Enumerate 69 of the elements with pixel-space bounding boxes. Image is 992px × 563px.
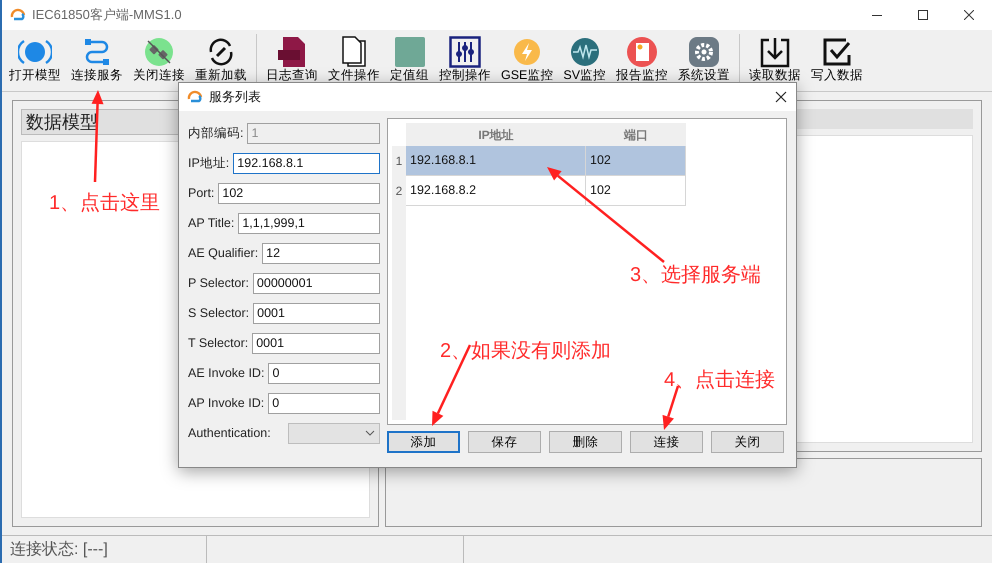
connection-status: 连接状态: [---]: [2, 536, 207, 563]
field-label: S Selector:: [188, 304, 250, 322]
minimize-icon: [872, 14, 882, 16]
table-cell: 192.168.8.2: [406, 176, 586, 206]
input-field[interactable]: 0: [268, 362, 380, 384]
table-row[interactable]: 1 192.168.8.1 102: [392, 146, 782, 176]
download-box-icon: [759, 36, 792, 68]
toolbar-button[interactable]: 控制操作: [434, 34, 496, 84]
maximize-icon: [918, 10, 928, 20]
annotation-text: 1、点击这里: [49, 191, 160, 216]
input-field[interactable]: 0001: [252, 332, 380, 354]
documents-icon: [340, 36, 368, 68]
toolbar-button[interactable]: 关闭连接: [128, 34, 190, 84]
table-row[interactable]: 2 192.168.8.2 102: [392, 176, 782, 206]
dialog-button[interactable]: 关闭: [711, 431, 784, 453]
checkbox-icon: [822, 36, 852, 66]
waveform-icon: [570, 36, 600, 66]
dialog-title: 服务列表: [209, 88, 261, 106]
row-number: 1: [392, 146, 406, 176]
annotation-text: 4、点击连接: [664, 368, 776, 393]
column-header: 端口: [586, 123, 686, 146]
toolbar-button[interactable]: GSE监控: [496, 34, 558, 84]
lightning-icon: [513, 38, 542, 66]
report-icon: [626, 36, 658, 68]
field-label: IP地址:: [188, 154, 230, 172]
input-field[interactable]: 0001: [253, 302, 380, 324]
annotation-text: 3、选择服务端: [630, 263, 762, 288]
column-header: IP地址: [406, 123, 586, 146]
annotation-arrow: [662, 386, 680, 430]
input-field[interactable]: 12: [262, 242, 380, 264]
field-label: AP Title:: [188, 214, 234, 232]
field-label: P Selector:: [188, 274, 249, 292]
dialog-button[interactable]: 保存: [468, 431, 541, 453]
plug-icon: [144, 36, 174, 66]
annotation-text: 2、如果没有则添加: [440, 339, 612, 364]
toolbar-button[interactable]: 重新加载: [190, 34, 252, 84]
dialog-button[interactable]: 添加: [387, 431, 460, 453]
input-field[interactable]: 1,1,1,999,1: [238, 212, 380, 234]
field-label: T Selector:: [188, 334, 248, 352]
dialog-button[interactable]: 连接: [630, 431, 703, 453]
table-cell: 102: [586, 146, 686, 176]
input-field[interactable]: 102: [218, 182, 380, 204]
input-field[interactable]: 0: [268, 392, 380, 414]
field-label: Port:: [188, 184, 214, 202]
table-cell: 192.168.8.1: [406, 146, 586, 176]
log-file-icon: [277, 36, 307, 68]
app-logo-icon: [10, 7, 26, 23]
toolbar-button[interactable]: 读取数据: [744, 34, 806, 84]
dialog-button[interactable]: 删除: [549, 431, 622, 453]
close-icon: [964, 10, 974, 20]
close-icon: [775, 91, 787, 103]
table-cell: 102: [586, 176, 686, 206]
input-field[interactable]: 192.168.8.1: [233, 152, 380, 174]
window-title: IEC61850客户端-MMS1.0: [32, 6, 182, 24]
field-label: AE Invoke ID:: [188, 364, 264, 382]
toolbar-button[interactable]: 定值组: [385, 34, 434, 84]
chevron-down-icon: [365, 430, 375, 436]
connection-path-icon: [82, 36, 112, 66]
field-label: AP Invoke ID:: [188, 394, 264, 412]
sliders-icon: [449, 36, 481, 68]
row-number: 2: [392, 176, 406, 206]
toolbar-button[interactable]: 打开模型: [4, 34, 66, 84]
field-label: AE Qualifier:: [188, 244, 258, 262]
gear-icon: [689, 36, 720, 66]
field-label: Authentication:: [188, 424, 271, 442]
toolbar-button[interactable]: 写入数据: [806, 34, 868, 84]
app-logo-icon: [187, 89, 203, 105]
input-field[interactable]: 00000001: [252, 272, 380, 294]
toolbar-button[interactable]: 连接服务: [66, 34, 128, 84]
